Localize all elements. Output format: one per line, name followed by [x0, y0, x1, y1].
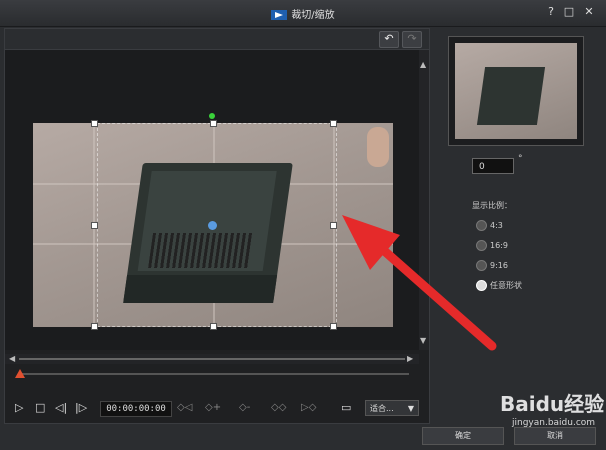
- annotation-arrow-icon: [342, 215, 497, 351]
- baidu-watermark: Baidu经验: [500, 392, 605, 416]
- baidu-watermark-url: jingyan.baidu.com: [512, 418, 596, 428]
